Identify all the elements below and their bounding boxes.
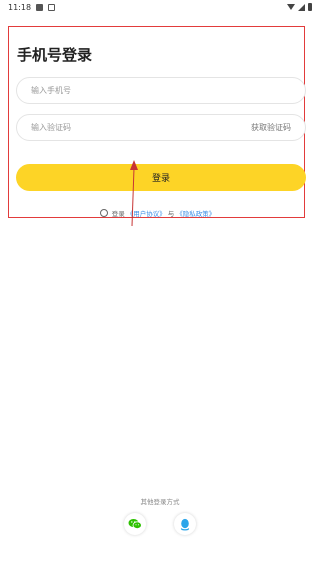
login-button[interactable]: 登录 [16,164,306,191]
code-input-wrapper[interactable]: 获取验证码 [16,114,306,141]
phone-input[interactable] [31,86,181,95]
qq-icon [180,518,190,530]
privacy-policy-link[interactable]: 《隐私政策》 [176,208,215,218]
agreement-radio[interactable] [99,209,108,217]
user-agreement-link[interactable]: 《用户协议》 [127,208,166,218]
qq-login-button[interactable] [174,513,196,535]
login-form-highlight: 手机号登录 获取验证码 登录 登录 《用户协议》 与 《隐私政策》 [8,26,306,218]
battery-icon [308,3,312,11]
agreement-prefix: 登录 [111,210,125,218]
wifi-icon [287,4,295,10]
get-code-button[interactable]: 获取验证码 [251,122,291,133]
phone-input-wrapper[interactable] [16,77,306,104]
agreement-row: 登录 《用户协议》 与 《隐私政策》 [9,208,306,218]
wechat-icon [128,519,142,529]
app-notification-icon [48,3,56,11]
status-bar: 11:18 [0,0,320,14]
gallery-notification-icon [36,3,44,11]
signal-icon [298,3,305,11]
verification-code-input[interactable] [31,123,181,132]
wechat-login-button[interactable] [124,513,146,535]
status-time: 11:18 [8,2,32,12]
other-login-title: 其他登录方式 [140,498,180,506]
page-title: 手机号登录 [17,46,93,64]
agreement-connector: 与 [167,210,175,218]
login-page: 11:18 手机号登录 获取验证码 登录 登录 《用户协议》 与 《隐私政策》 [0,0,320,568]
